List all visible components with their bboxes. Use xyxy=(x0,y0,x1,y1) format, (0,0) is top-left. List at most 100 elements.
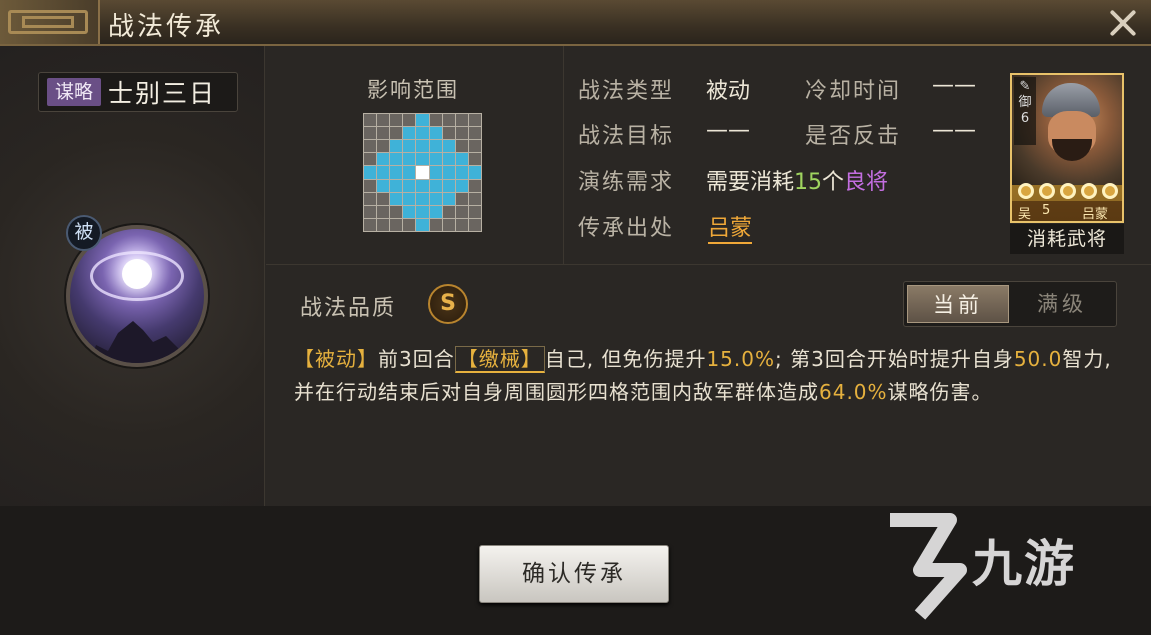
general-footer: 吴 5 吕蒙 xyxy=(1012,201,1122,221)
range-cell xyxy=(442,205,455,218)
skill-inherit-dialog: 战法传承 谋略 士别三日 被 影响范围 战法类型 被动 冷却时间 —— 战法目标… xyxy=(0,0,1151,635)
range-cell xyxy=(455,205,468,218)
watermark-text: 九游 xyxy=(972,535,1076,593)
range-cell xyxy=(364,140,377,153)
range-cell-self xyxy=(416,166,429,179)
range-cell xyxy=(429,114,442,127)
range-cell xyxy=(390,127,403,140)
counter-label: 是否反击 xyxy=(805,124,902,149)
range-cell-hit xyxy=(377,153,390,166)
range-cell-hit xyxy=(416,205,429,218)
range-title: 影响范围 xyxy=(367,78,459,102)
tab-current[interactable]: 当前 xyxy=(907,285,1009,323)
close-icon[interactable] xyxy=(1106,6,1140,40)
range-cell xyxy=(442,218,455,231)
range-cell-hit xyxy=(442,179,455,192)
range-cell-hit xyxy=(416,192,429,205)
skill-name: 士别三日 xyxy=(108,79,217,108)
target-label: 战法目标 xyxy=(578,124,675,149)
range-cell-hit xyxy=(429,140,442,153)
range-cell xyxy=(377,140,390,153)
title-bar: 战法传承 xyxy=(0,0,1151,46)
range-cell-hit xyxy=(442,166,455,179)
range-cell-hit xyxy=(377,166,390,179)
level-tabs: 当前 满级 xyxy=(903,281,1117,327)
range-cell-hit xyxy=(390,140,403,153)
range-cell xyxy=(377,218,390,231)
range-cell xyxy=(364,179,377,192)
range-cell-hit xyxy=(416,218,429,231)
range-cell-hit xyxy=(403,192,416,205)
range-cell xyxy=(364,205,377,218)
range-grid xyxy=(363,113,482,232)
target-value: —— xyxy=(706,118,750,143)
title-ornament-icon xyxy=(0,0,100,44)
range-cell xyxy=(442,114,455,127)
range-cell xyxy=(455,218,468,231)
source-label: 传承出处 xyxy=(578,216,675,241)
counter-value: —— xyxy=(932,118,976,143)
range-cell xyxy=(364,153,377,166)
range-cell-hit xyxy=(442,140,455,153)
range-cell xyxy=(468,218,481,231)
range-cell-hit xyxy=(416,153,429,166)
quality-grade-badge: S xyxy=(428,284,468,324)
cooldown-label: 冷却时间 xyxy=(805,79,902,104)
range-cell xyxy=(403,114,416,127)
star-icon xyxy=(1101,183,1118,199)
cooldown-value: —— xyxy=(932,73,976,98)
range-cell xyxy=(377,114,390,127)
range-cell xyxy=(468,127,481,140)
practice-requirement: 需要消耗15个良将 xyxy=(706,170,889,195)
range-cell xyxy=(468,192,481,205)
general-troop-info: ✎ 御 6 xyxy=(1014,77,1036,145)
general-caption: 消耗武将 xyxy=(1010,224,1124,254)
range-cell xyxy=(468,140,481,153)
dialog-title: 战法传承 xyxy=(108,12,225,42)
skill-type-value: 被动 xyxy=(706,79,751,104)
divider xyxy=(266,264,1151,265)
range-cell-hit xyxy=(416,127,429,140)
range-cell-hit xyxy=(442,192,455,205)
general-stars xyxy=(1016,183,1120,201)
range-cell-hit xyxy=(403,127,416,140)
range-cell-hit xyxy=(416,140,429,153)
range-cell xyxy=(377,192,390,205)
range-cell-hit xyxy=(403,140,416,153)
confirm-inherit-button[interactable]: 确认传承 xyxy=(479,545,669,603)
range-cell-hit xyxy=(377,179,390,192)
range-cell-hit xyxy=(468,166,481,179)
range-cell xyxy=(455,140,468,153)
range-cell-hit xyxy=(429,192,442,205)
range-cell xyxy=(377,127,390,140)
quality-label: 战法品质 xyxy=(300,296,397,321)
range-cell xyxy=(442,127,455,140)
range-cell-hit xyxy=(390,179,403,192)
star-icon xyxy=(1059,183,1076,199)
general-card[interactable]: ✎ 御 6 吴 5 吕蒙 xyxy=(1010,73,1124,223)
range-cell-hit xyxy=(429,127,442,140)
star-icon xyxy=(1018,183,1035,199)
skill-description: 【被动】前3回合 【缴械】 自己, 但免伤提升15.0%; 第3回合开始时提升自身5… xyxy=(294,346,1112,404)
range-cell-hit xyxy=(442,153,455,166)
range-cell-hit xyxy=(403,153,416,166)
tab-max-level[interactable]: 满级 xyxy=(1011,285,1113,323)
range-cell-hit xyxy=(455,179,468,192)
range-cell-hit xyxy=(429,153,442,166)
range-cell-hit xyxy=(403,166,416,179)
range-cell xyxy=(468,205,481,218)
range-cell xyxy=(390,114,403,127)
range-cell-hit xyxy=(416,179,429,192)
star-icon xyxy=(1039,183,1056,199)
star-icon xyxy=(1080,183,1097,199)
skill-type-label: 战法类型 xyxy=(578,79,675,104)
range-cell xyxy=(455,114,468,127)
source-link[interactable]: 吕蒙 xyxy=(708,210,753,244)
range-cell xyxy=(364,114,377,127)
skill-type-badge: 谋略 xyxy=(47,78,101,106)
range-cell-hit xyxy=(390,153,403,166)
range-cell-hit xyxy=(429,205,442,218)
range-cell-hit xyxy=(429,179,442,192)
range-cell xyxy=(364,192,377,205)
range-cell xyxy=(390,205,403,218)
